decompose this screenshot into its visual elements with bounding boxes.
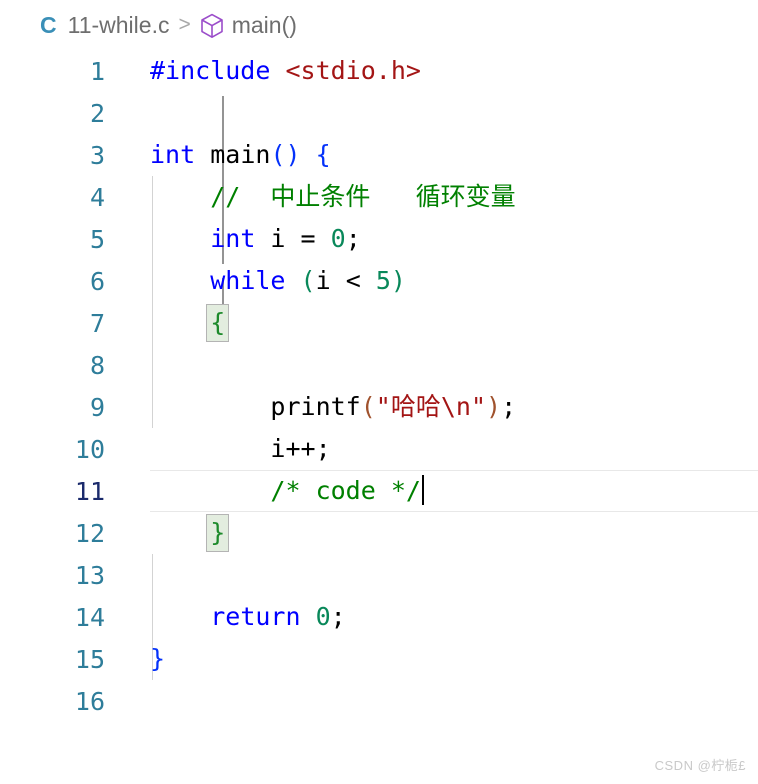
code-line[interactable]: 5 int i = 0; bbox=[0, 218, 758, 260]
line-number: 8 bbox=[89, 350, 105, 380]
token-semicolon: ; bbox=[330, 602, 346, 631]
line-number: 12 bbox=[74, 518, 105, 548]
line-number: 4 bbox=[89, 182, 105, 212]
text-cursor bbox=[421, 475, 424, 505]
line-number: 7 bbox=[89, 308, 105, 338]
code-line[interactable]: 15 } bbox=[0, 638, 758, 680]
code-line[interactable]: 9 printf("哈哈\n"); bbox=[0, 386, 758, 428]
token-rparen: ) bbox=[486, 392, 502, 421]
token-lparen: ( bbox=[360, 392, 376, 421]
token-semicolon: ; bbox=[501, 392, 517, 421]
breadcrumb: C 11-while.c > main() bbox=[0, 0, 758, 50]
token-semicolon: ; bbox=[345, 224, 361, 253]
cube-symbol-icon bbox=[200, 13, 224, 39]
c-language-icon: C bbox=[40, 11, 57, 38]
code-line[interactable]: 7 { bbox=[0, 302, 758, 344]
line-number: 6 bbox=[89, 266, 105, 296]
token-rparen: ) bbox=[390, 266, 406, 295]
token-keyword-while: while bbox=[210, 266, 286, 295]
line-number: 16 bbox=[74, 686, 105, 716]
line-number: 1 bbox=[89, 56, 105, 86]
token-open-brace: { bbox=[315, 140, 331, 169]
code-line-active[interactable]: 11 /* code */ bbox=[0, 470, 758, 512]
token-number: 0 bbox=[330, 224, 346, 253]
token-preprocessor: #include bbox=[150, 56, 271, 85]
watermark: CSDN @柠栀£ bbox=[654, 758, 746, 773]
breadcrumb-file-name[interactable]: 11-while.c bbox=[68, 12, 170, 39]
line-content[interactable]: } bbox=[105, 638, 758, 680]
code-line[interactable]: 4 // 中止条件 循环变量 bbox=[0, 176, 758, 218]
token-declarator: i = bbox=[255, 224, 331, 253]
line-number: 9 bbox=[89, 392, 105, 422]
line-content[interactable]: i++; bbox=[105, 428, 758, 470]
code-line[interactable]: 14 return 0; bbox=[0, 596, 758, 638]
token-keyword-return: return bbox=[210, 602, 301, 631]
line-number: 2 bbox=[89, 98, 105, 128]
line-number: 15 bbox=[74, 644, 105, 674]
line-content[interactable]: } bbox=[105, 512, 758, 554]
token-close-brace: } bbox=[150, 644, 166, 673]
code-line[interactable]: 2 bbox=[0, 92, 758, 134]
line-content[interactable]: while (i < 5) bbox=[105, 260, 758, 302]
line-content[interactable]: { bbox=[105, 302, 758, 344]
token-comment: // 中止条件 循环变量 bbox=[210, 182, 516, 211]
token-lparen: ( bbox=[300, 266, 316, 295]
token-increment: i++; bbox=[270, 434, 331, 463]
code-line[interactable]: 10 i++; bbox=[0, 428, 758, 470]
line-number: 5 bbox=[89, 224, 105, 254]
code-line[interactable]: 16 bbox=[0, 680, 758, 722]
code-line[interactable]: 6 while (i < 5) bbox=[0, 260, 758, 302]
code-editor[interactable]: 1 #include <stdio.h> 2 3 int main() { 4 … bbox=[0, 50, 758, 784]
token-function-main: main bbox=[210, 140, 271, 169]
line-content[interactable]: printf("哈哈\n"); bbox=[105, 386, 758, 428]
line-content[interactable]: int i = 0; bbox=[105, 218, 758, 260]
token-number: 0 bbox=[315, 602, 331, 631]
line-content[interactable]: // 中止条件 循环变量 bbox=[105, 176, 758, 218]
line-number: 13 bbox=[74, 560, 105, 590]
token-keyword-int: int bbox=[150, 140, 196, 169]
token-parens: () bbox=[270, 140, 301, 169]
line-number: 10 bbox=[74, 434, 105, 464]
token-keyword-int: int bbox=[210, 224, 256, 253]
code-line[interactable]: 1 #include <stdio.h> bbox=[0, 50, 758, 92]
code-line[interactable]: 8 bbox=[0, 344, 758, 386]
breadcrumb-symbol-name[interactable]: main() bbox=[232, 12, 297, 39]
line-number-active: 11 bbox=[74, 476, 105, 506]
token-header: <stdio.h> bbox=[270, 56, 421, 85]
token-condition: i < bbox=[315, 266, 376, 295]
code-line[interactable]: 12 } bbox=[0, 512, 758, 554]
line-content[interactable]: /* code */ bbox=[105, 470, 758, 512]
token-function-printf: printf bbox=[270, 392, 361, 421]
line-number: 3 bbox=[89, 140, 105, 170]
token-number: 5 bbox=[375, 266, 391, 295]
code-line[interactable]: 13 bbox=[0, 554, 758, 596]
line-content[interactable]: #include <stdio.h> bbox=[105, 50, 758, 92]
bracket-match-highlight-close: } bbox=[206, 514, 230, 552]
code-line[interactable]: 3 int main() { bbox=[0, 134, 758, 176]
line-content[interactable]: return 0; bbox=[105, 596, 758, 638]
code-lines: 1 #include <stdio.h> 2 3 int main() { 4 … bbox=[0, 50, 758, 722]
line-content[interactable]: int main() { bbox=[105, 134, 758, 176]
bracket-match-highlight-open: { bbox=[206, 304, 230, 342]
chevron-right-icon: > bbox=[178, 13, 191, 36]
token-comment: /* code */ bbox=[270, 476, 421, 505]
token-string: "哈哈\n" bbox=[375, 392, 487, 421]
line-number: 14 bbox=[74, 602, 105, 632]
